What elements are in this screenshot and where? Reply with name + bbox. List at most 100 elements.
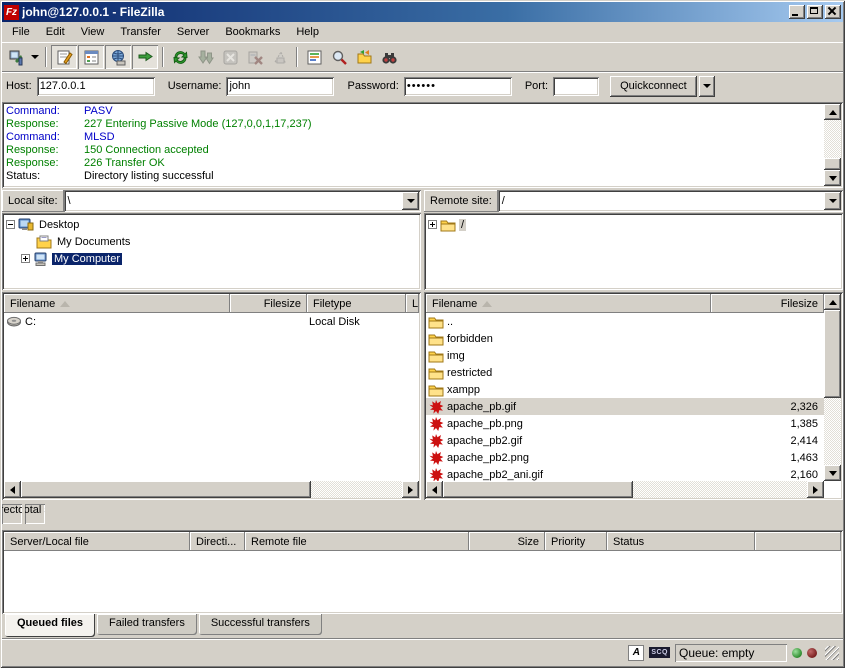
disconnect-button[interactable]	[243, 45, 267, 69]
site-manager-button[interactable]	[4, 45, 28, 69]
remote-file-list: Filename Filesize .. forbidden	[424, 292, 843, 500]
reconnect-button[interactable]	[268, 45, 292, 69]
scroll-up-button[interactable]	[824, 294, 841, 310]
scroll-down-button[interactable]	[824, 465, 841, 481]
queue-list-body[interactable]	[4, 551, 841, 612]
binoculars-icon	[381, 49, 398, 66]
column-filesize[interactable]: Filesize	[230, 294, 307, 313]
file-row[interactable]: xampp	[426, 381, 824, 398]
host-input[interactable]	[37, 77, 155, 96]
toggle-queue-button[interactable]	[132, 45, 158, 69]
file-row[interactable]: forbidden	[426, 330, 824, 347]
scroll-thumb[interactable]	[21, 481, 311, 498]
tree-item-desktop[interactable]: Desktop	[6, 216, 419, 233]
tab-failed-transfers[interactable]: Failed transfers	[97, 614, 197, 635]
tab-queued-files[interactable]: Queued files	[5, 614, 95, 637]
menu-transfer[interactable]: Transfer	[112, 24, 169, 40]
menu-edit[interactable]: Edit	[38, 24, 73, 40]
column-remote-file[interactable]: Remote file	[245, 532, 469, 551]
refresh-button[interactable]	[168, 45, 192, 69]
search-icon	[331, 49, 348, 66]
process-queue-button[interactable]	[193, 45, 217, 69]
cancel-operation-button[interactable]	[218, 45, 242, 69]
file-name: apache_pb2.png	[447, 452, 529, 464]
username-input[interactable]	[226, 77, 334, 96]
collapse-icon[interactable]	[6, 220, 15, 229]
folder-icon	[440, 217, 456, 233]
remote-site-bar: Remote site: /	[424, 190, 843, 212]
remote-horizontal-scrollbar[interactable]	[426, 481, 824, 498]
queue-status: Queue: empty	[675, 644, 787, 662]
password-input[interactable]	[404, 77, 512, 96]
remote-site-combo-button[interactable]	[824, 192, 841, 210]
menu-help[interactable]: Help	[288, 24, 327, 40]
scroll-thumb[interactable]	[824, 310, 841, 398]
log-label: Response:	[6, 157, 84, 170]
file-row[interactable]: ..	[426, 313, 824, 330]
scroll-down-button[interactable]	[824, 170, 841, 186]
local-treeview-icon	[83, 49, 100, 66]
directory-listing-filter-button[interactable]	[302, 45, 326, 69]
remote-vertical-scrollbar[interactable]	[824, 294, 841, 481]
column-priority[interactable]: Priority	[545, 532, 607, 551]
tree-item-my-documents[interactable]: My Documents	[6, 233, 419, 250]
column-direction[interactable]: Directi...	[190, 532, 245, 551]
column-filename[interactable]: Filename	[4, 294, 230, 313]
local-horizontal-scrollbar[interactable]	[4, 481, 419, 498]
column-server-local-file[interactable]: Server/Local file	[4, 532, 190, 551]
scroll-thumb[interactable]	[443, 481, 633, 498]
synchronized-browsing-button[interactable]	[352, 45, 376, 69]
scroll-thumb[interactable]	[824, 158, 841, 170]
close-button[interactable]	[825, 5, 841, 19]
quickconnect-dropdown[interactable]	[699, 76, 715, 97]
scroll-right-button[interactable]	[807, 481, 824, 498]
port-input[interactable]	[553, 77, 599, 96]
tree-item-root[interactable]: /	[428, 216, 841, 233]
tree-item-my-computer[interactable]: My Computer	[6, 250, 419, 267]
site-manager-dropdown[interactable]	[29, 45, 41, 69]
minimize-button[interactable]	[789, 5, 805, 19]
directory-comparison-button[interactable]	[377, 45, 401, 69]
column-size[interactable]: Size	[469, 532, 545, 551]
menu-server[interactable]: Server	[169, 24, 217, 40]
file-row[interactable]: apache_pb2_ani.gif 2,160	[426, 466, 824, 481]
file-size: 1,385	[790, 418, 818, 430]
expand-icon[interactable]	[21, 254, 30, 263]
file-row[interactable]: apache_pb2.gif 2,414	[426, 432, 824, 449]
toggle-message-log-button[interactable]	[51, 45, 77, 69]
scroll-up-button[interactable]	[824, 104, 841, 120]
file-row-c-drive[interactable]: C: Local Disk	[4, 313, 419, 330]
scroll-left-button[interactable]	[426, 481, 443, 498]
port-label: Port:	[525, 80, 548, 92]
local-site-combo[interactable]: \	[64, 190, 421, 212]
expand-icon[interactable]	[428, 220, 437, 229]
transfer-type-indicator-icon: A	[628, 645, 644, 661]
menu-view[interactable]: View	[73, 24, 113, 40]
file-row[interactable]: restricted	[426, 364, 824, 381]
file-row-selected[interactable]: apache_pb.gif 2,326	[426, 398, 824, 415]
log-scrollbar[interactable]	[824, 104, 841, 186]
file-row[interactable]: img	[426, 347, 824, 364]
resize-grip[interactable]	[825, 646, 839, 660]
toggle-remote-tree-button[interactable]	[105, 45, 131, 69]
file-row[interactable]: apache_pb.png 1,385	[426, 415, 824, 432]
maximize-button[interactable]	[807, 5, 823, 19]
local-site-combo-button[interactable]	[402, 192, 419, 210]
tab-successful-transfers[interactable]: Successful transfers	[199, 614, 322, 635]
column-status[interactable]: Status	[607, 532, 755, 551]
file-row[interactable]: apache_pb2.png 1,463	[426, 449, 824, 466]
column-filetype[interactable]: Filetype	[307, 294, 406, 313]
column-filesize[interactable]: Filesize	[711, 294, 824, 313]
column-last-modified[interactable]: L	[406, 294, 419, 313]
scroll-left-button[interactable]	[4, 481, 21, 498]
scroll-right-button[interactable]	[402, 481, 419, 498]
toggle-local-tree-button[interactable]	[78, 45, 104, 69]
menu-bookmarks[interactable]: Bookmarks	[217, 24, 288, 40]
log-label: Response:	[6, 144, 84, 157]
column-filename[interactable]: Filename	[426, 294, 711, 313]
quickconnect-button[interactable]: Quickconnect	[610, 76, 697, 97]
refresh-icon	[172, 49, 189, 66]
file-search-button[interactable]	[327, 45, 351, 69]
menu-file[interactable]: File	[4, 24, 38, 40]
remote-site-combo[interactable]: /	[498, 190, 843, 212]
